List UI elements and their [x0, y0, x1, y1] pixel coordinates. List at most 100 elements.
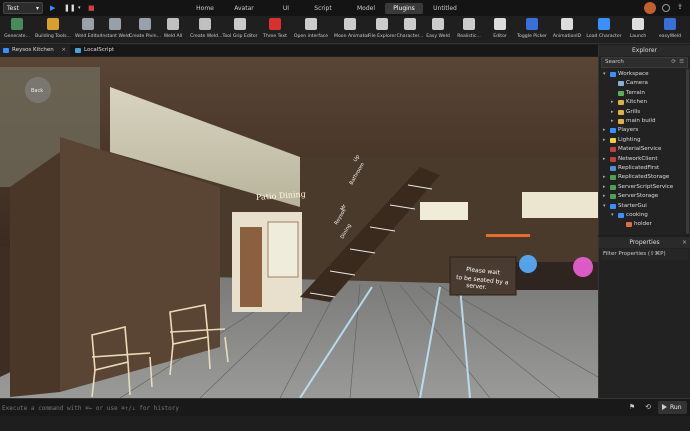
ribbon-button-create-weld[interactable]: Create Weld...: [190, 18, 222, 44]
chevron-right-icon[interactable]: ▸: [611, 98, 614, 107]
play-icon[interactable]: ▶: [50, 3, 55, 13]
ribbon-button-easy-weld[interactable]: Easy Weld: [424, 18, 452, 44]
ribbon-button-tool-grip[interactable]: Tool Grip Editor: [222, 18, 258, 44]
menu-tab-home[interactable]: Home: [193, 3, 217, 14]
chevron-right-icon[interactable]: ▸: [603, 173, 606, 182]
ribbon-button-label: Editor: [493, 34, 507, 39]
ribbon-button-label: Character...: [396, 34, 424, 39]
tab-reysos-kitchen[interactable]: Reysos Kitchen ×: [0, 45, 70, 56]
tab-localscript[interactable]: LocalScript: [72, 45, 132, 56]
chevron-down-icon[interactable]: ▾: [603, 70, 606, 79]
explorer-search-input[interactable]: Search ⟳ ☰: [601, 57, 688, 68]
filter-icon[interactable]: ☰: [679, 58, 684, 67]
ribbon-button-generate[interactable]: Generate...: [3, 18, 31, 44]
instance-icon: [610, 203, 616, 209]
ribbon-button-realistic[interactable]: Realistic...: [454, 18, 484, 44]
ribbon-button-building-tools[interactable]: Building Tools...: [35, 18, 71, 44]
bookmark-icon[interactable]: ⚑: [627, 402, 637, 413]
chevron-right-icon[interactable]: ▸: [603, 183, 606, 192]
tree-item-workspace[interactable]: ▾ Workspace: [599, 70, 690, 79]
ribbon-button-load-character[interactable]: Load Character: [586, 18, 622, 44]
pause-icon[interactable]: ❚❚: [64, 3, 76, 13]
tree-item-players[interactable]: ▸ Players: [599, 126, 690, 135]
run-button[interactable]: Run: [658, 401, 687, 414]
ribbon-button-three-text[interactable]: Three Text: [262, 18, 288, 44]
ribbon-button-label: Open interface: [293, 34, 329, 39]
chevron-right-icon[interactable]: ▸: [603, 155, 606, 164]
ribbon-button-character[interactable]: Character...: [396, 18, 424, 44]
tree-item-replicatedstorage[interactable]: ▸ ReplicatedStorage: [599, 173, 690, 182]
tree-item-cooking[interactable]: ▾ cooking: [599, 211, 690, 220]
tree-item-camera[interactable]: Camera: [599, 79, 690, 88]
top-bar: Test ▾ ▶ ❚❚ ▾ ■ Home Avatar UI Script Model P…: [0, 0, 690, 16]
create-pivot-icon: [139, 18, 151, 30]
tree-item-terrain[interactable]: Terrain: [599, 89, 690, 98]
ribbon-button-moon-animator[interactable]: Moon Animator: [334, 18, 369, 44]
help-icon[interactable]: [662, 4, 670, 12]
ribbon-button-open-interface[interactable]: Open interface: [292, 18, 330, 44]
stop-icon[interactable]: ■: [88, 3, 95, 13]
chevron-down-icon[interactable]: ▾: [611, 211, 614, 220]
tree-item-main-build[interactable]: ▸ main build: [599, 117, 690, 126]
ribbon-button-label: Weld All: [163, 34, 183, 39]
ribbon-button-animation-id[interactable]: AnimationID: [552, 18, 582, 44]
tree-item-grills[interactable]: ▸ Grills: [599, 108, 690, 117]
chevron-right-icon[interactable]: ▸: [603, 192, 606, 201]
user-avatar[interactable]: [644, 2, 656, 14]
menu-tab-script[interactable]: Script: [312, 3, 334, 14]
dropdown-arrow-icon[interactable]: ▾: [78, 3, 81, 13]
menu-tab-untitled[interactable]: Untitled: [430, 3, 460, 14]
filter-properties-input[interactable]: Filter Properties (⇧⌘P): [601, 249, 688, 260]
ribbon-button-label: File Explorer: [368, 34, 397, 39]
tree-item-serverscriptservice[interactable]: ▸ ServerScriptService: [599, 183, 690, 192]
ribbon-button-cloud-editor[interactable]: Editor: [490, 18, 510, 44]
tree-item-networkclient[interactable]: ▸ NetworkClient: [599, 155, 690, 164]
share-icon[interactable]: ⇪: [677, 3, 683, 11]
tree-item-label: Players: [618, 127, 639, 134]
history-icon[interactable]: ⟳: [671, 58, 676, 67]
menu-tab-plugins[interactable]: Plugins: [385, 3, 423, 14]
tree-item-replicatedfirst[interactable]: ReplicatedFirst: [599, 164, 690, 173]
load-character-icon: [598, 18, 610, 30]
tree-item-label: Grills: [626, 108, 641, 115]
explorer-scrollbar[interactable]: [686, 69, 689, 234]
close-icon[interactable]: ×: [61, 45, 66, 56]
menu-tab-avatar[interactable]: Avatar: [230, 3, 258, 14]
menu-tab-model[interactable]: Model: [351, 3, 381, 14]
tree-item-kitchen[interactable]: ▸ Kitchen: [599, 98, 690, 107]
3d-viewport[interactable]: Back Patio Dining Up Bathroom Mr Reysos …: [0, 57, 598, 398]
instance-icon: [610, 175, 616, 181]
menu-tab-ui[interactable]: UI: [277, 3, 295, 14]
ribbon-button-weld-all[interactable]: Weld All: [162, 18, 184, 44]
chevron-right-icon[interactable]: ▸: [603, 126, 606, 135]
instance-icon: [618, 109, 624, 115]
ribbon-button-easy-weld-blue[interactable]: easyWeld: [658, 18, 682, 44]
close-icon[interactable]: ×: [682, 237, 687, 248]
tree-item-holder[interactable]: holder: [599, 220, 690, 229]
ribbon-button-instant-weld[interactable]: Instant Weld: [101, 18, 130, 44]
ribbon-button-launch[interactable]: Launch: [628, 18, 648, 44]
ribbon-button-file-explorer[interactable]: File Explorer: [368, 18, 396, 44]
tree-item-label: Kitchen: [626, 99, 648, 106]
place-selector[interactable]: Test ▾: [3, 2, 43, 14]
tree-item-label: MaterialService: [618, 146, 662, 153]
ribbon-button-create-pivot[interactable]: Create Pivin...: [129, 18, 161, 44]
command-input[interactable]: [2, 402, 620, 414]
tree-item-startergui[interactable]: ▾ StarterGui: [599, 202, 690, 211]
tree-item-serverstorage[interactable]: ▸ ServerStorage: [599, 192, 690, 201]
instance-icon: [610, 156, 616, 162]
tree-item-materialservice[interactable]: MaterialService: [599, 145, 690, 154]
history-icon[interactable]: ⟲: [643, 402, 653, 413]
ribbon-button-label: AnimationID: [552, 34, 582, 39]
explorer-panel: Explorer Search ⟳ ☰ ▾ Workspace Camera Terr…: [598, 45, 690, 235]
open-interface-icon: [305, 18, 317, 30]
chevron-right-icon[interactable]: ▸: [611, 108, 614, 117]
chevron-right-icon[interactable]: ▸: [611, 117, 614, 126]
ribbon-button-label: Generate...: [4, 34, 30, 39]
chevron-down-icon[interactable]: ▾: [603, 202, 606, 211]
ribbon-button-toggle-picker[interactable]: Toggle Picker: [516, 18, 548, 44]
chevron-right-icon[interactable]: ▸: [603, 136, 606, 145]
tree-item-lighting[interactable]: ▸ Lighting: [599, 136, 690, 145]
ribbon-button-weld-editor[interactable]: Weld Editor: [75, 18, 101, 44]
moon-animator-icon: [344, 18, 356, 30]
